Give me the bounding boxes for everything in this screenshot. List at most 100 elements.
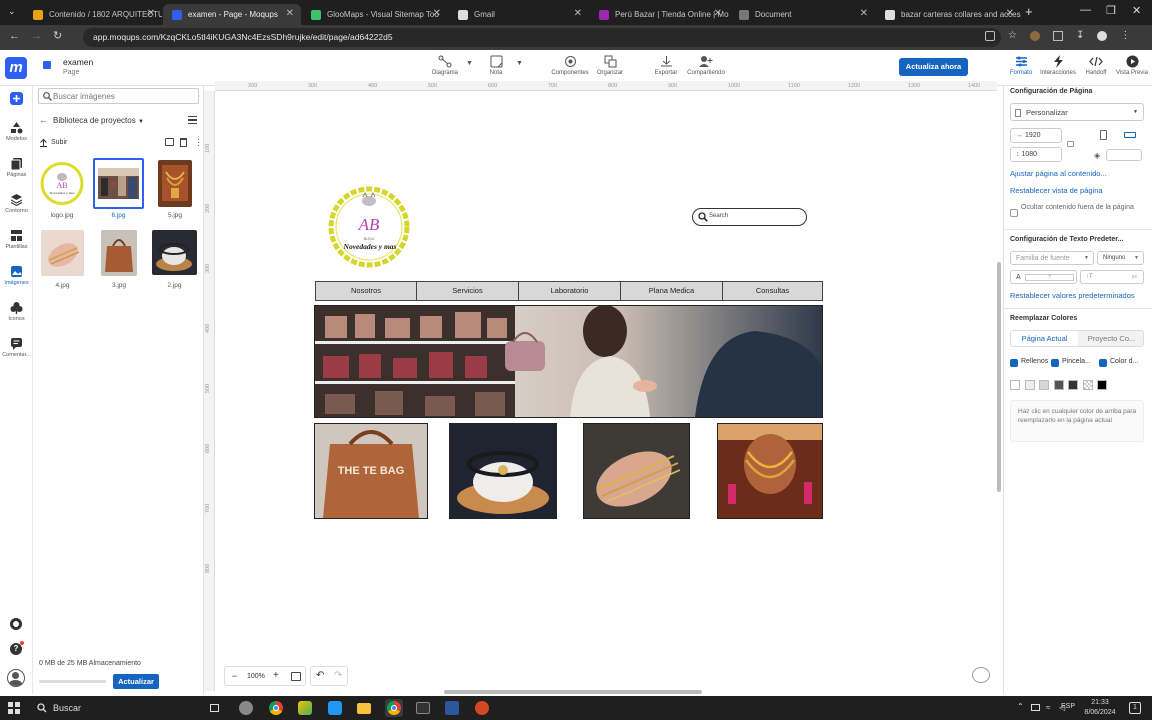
- hero-banner[interactable]: [314, 305, 823, 418]
- reset-defaults-link[interactable]: Restablecer valores predeterminados: [1010, 291, 1135, 300]
- lock-icon[interactable]: [43, 61, 51, 69]
- width-input[interactable]: ↔ 1920: [1010, 128, 1062, 143]
- translate-icon[interactable]: [985, 31, 995, 41]
- fit-to-content-link[interactable]: Ajustar página al contenido...: [1010, 169, 1107, 178]
- app-icon-vscode[interactable]: [326, 699, 344, 717]
- product-bracelets-hand[interactable]: [583, 423, 690, 519]
- update-now-button[interactable]: Actualiza ahora: [899, 58, 968, 76]
- portrait-orientation-icon[interactable]: [1100, 130, 1107, 140]
- rail-outline[interactable]: Contorno: [0, 193, 33, 214]
- diagram-dropdown-icon[interactable]: ▼: [466, 60, 473, 67]
- profile-icon[interactable]: [1097, 31, 1108, 41]
- tab-handoff[interactable]: Handoff: [1076, 55, 1116, 76]
- app-icon-chrome-active[interactable]: [385, 699, 403, 717]
- browser-tab-3[interactable]: GlooMaps - Visual Sitemap Too ✕: [302, 4, 448, 25]
- font-size-input[interactable]: ↑T px: [1080, 270, 1144, 284]
- tab-close-icon[interactable]: ✕: [714, 8, 722, 19]
- app-icon-word[interactable]: [443, 699, 461, 717]
- vertical-scrollbar[interactable]: [997, 262, 1001, 492]
- tray-chevron-icon[interactable]: ⌃: [1017, 702, 1024, 711]
- color-swatch[interactable]: [1082, 380, 1093, 390]
- nav-servicios[interactable]: Servicios: [416, 281, 519, 301]
- thumb-4[interactable]: [41, 230, 84, 276]
- tab-close-icon[interactable]: ✕: [1006, 8, 1014, 19]
- tool-diagram[interactable]: Diagrama: [425, 55, 465, 76]
- product-necklaces[interactable]: [717, 423, 823, 519]
- tab-preview[interactable]: Vista Previa: [1112, 55, 1152, 76]
- comments-toggle-icon[interactable]: [972, 667, 990, 683]
- color-swatch[interactable]: [1097, 380, 1107, 390]
- notification-center-icon[interactable]: 1: [1129, 702, 1141, 714]
- image-search-input[interactable]: [53, 90, 193, 102]
- tray-display-icon[interactable]: [1031, 704, 1040, 711]
- more-options-icon[interactable]: ⋮: [194, 137, 203, 148]
- tab-interactions[interactable]: Interacciones: [1038, 55, 1078, 76]
- app-icon-chrome[interactable]: [267, 699, 285, 717]
- zoom-in-button[interactable]: +: [273, 670, 279, 681]
- app-icon-photos[interactable]: [296, 699, 314, 717]
- menu-dots-icon[interactable]: ⋮: [1120, 31, 1130, 41]
- browser-tab-7[interactable]: bazar carteras collares and acceso ✕: [876, 4, 1021, 25]
- page-size-select[interactable]: Personalizar ▼: [1010, 103, 1144, 121]
- project-title[interactable]: examen: [63, 57, 93, 67]
- zoom-out-button[interactable]: −: [232, 671, 237, 681]
- rail-pages[interactable]: Páginas: [0, 157, 33, 178]
- thumb-logo[interactable]: AB Novedades y mas: [39, 160, 85, 207]
- zoom-level[interactable]: 100%: [247, 673, 265, 680]
- text-color-checkbox[interactable]: [1099, 359, 1107, 367]
- new-tab-button[interactable]: +: [1025, 4, 1033, 19]
- tool-arrange[interactable]: Organizar: [590, 55, 630, 76]
- image-search-box[interactable]: [38, 88, 199, 104]
- tool-share[interactable]: Compartiendo: [686, 55, 726, 76]
- app-icon-explorer[interactable]: [355, 699, 373, 717]
- tab-close-icon[interactable]: ✕: [574, 8, 582, 19]
- reset-view-link[interactable]: Restablecer vista de página: [1010, 186, 1103, 195]
- horizontal-scrollbar[interactable]: [444, 690, 702, 694]
- tab-format[interactable]: Formato: [1001, 55, 1041, 76]
- nav-plana-medica[interactable]: Plana Medica: [620, 281, 723, 301]
- mockup-logo[interactable]: AB BIJOU Novedades y mas: [319, 185, 421, 269]
- lock-ratio-icon[interactable]: [1067, 141, 1074, 147]
- tab-search-chevron-icon[interactable]: ⌄: [8, 6, 16, 17]
- tool-note[interactable]: Nota: [476, 55, 516, 76]
- tool-export[interactable]: Exportar: [646, 55, 686, 76]
- thumb-5[interactable]: [158, 160, 192, 207]
- tab-close-icon[interactable]: ✕: [147, 8, 155, 19]
- height-input[interactable]: ↕ 1080: [1010, 147, 1062, 162]
- fills-checkbox[interactable]: [1010, 359, 1018, 367]
- rail-comments[interactable]: Comentar...: [0, 337, 33, 358]
- taskbar-search[interactable]: Buscar: [31, 700, 191, 716]
- font-family-select[interactable]: Familia de fuente ▼: [1010, 251, 1094, 265]
- thumb-2[interactable]: [152, 230, 197, 275]
- color-swatch[interactable]: [1039, 380, 1049, 390]
- extension-icon[interactable]: [1029, 31, 1040, 41]
- upload-button[interactable]: Subir: [39, 138, 67, 147]
- back-icon[interactable]: ←: [9, 30, 20, 42]
- trash-icon[interactable]: [180, 138, 187, 147]
- browser-tab-1[interactable]: Contenido / 1802 ARQUITECTU ✕: [24, 4, 162, 25]
- font-style-select[interactable]: Ninguno ▼: [1097, 251, 1144, 265]
- windows-start-icon[interactable]: [8, 702, 20, 714]
- thumb-6-selected[interactable]: [93, 158, 144, 209]
- address-bar[interactable]: app.moqups.com/KzqCKLo5tI4iKUGA3Nc4EzsSD…: [83, 28, 1001, 47]
- puzzle-icon[interactable]: [1052, 31, 1063, 41]
- app-icon-copilot[interactable]: [237, 699, 255, 717]
- restore-icon[interactable]: ❐: [1106, 4, 1116, 17]
- note-dropdown-icon[interactable]: ▼: [516, 60, 523, 67]
- rail-add[interactable]: [0, 92, 33, 107]
- nav-laboratorio[interactable]: Laboratorio: [518, 281, 621, 301]
- rail-templates[interactable]: Plantillas: [0, 229, 33, 250]
- page-fill-color[interactable]: [1106, 149, 1142, 161]
- download-icon[interactable]: ↧: [1076, 31, 1084, 41]
- browser-tab-2[interactable]: examen - Page - Moqups ✕: [163, 4, 301, 25]
- nav-consultas[interactable]: Consultas: [722, 281, 823, 301]
- fit-screen-icon[interactable]: [291, 672, 301, 681]
- page-fill-icon[interactable]: ◈: [1094, 151, 1100, 160]
- user-avatar[interactable]: [7, 669, 25, 687]
- library-selector[interactable]: Biblioteca de proyectos ▼: [53, 116, 144, 125]
- new-folder-icon[interactable]: [165, 138, 174, 146]
- text-color-input[interactable]: A ?: [1010, 270, 1077, 284]
- rail-images[interactable]: Imágenes: [0, 265, 33, 286]
- app-icon-powerpoint[interactable]: [473, 699, 491, 717]
- strokes-checkbox[interactable]: [1051, 359, 1059, 367]
